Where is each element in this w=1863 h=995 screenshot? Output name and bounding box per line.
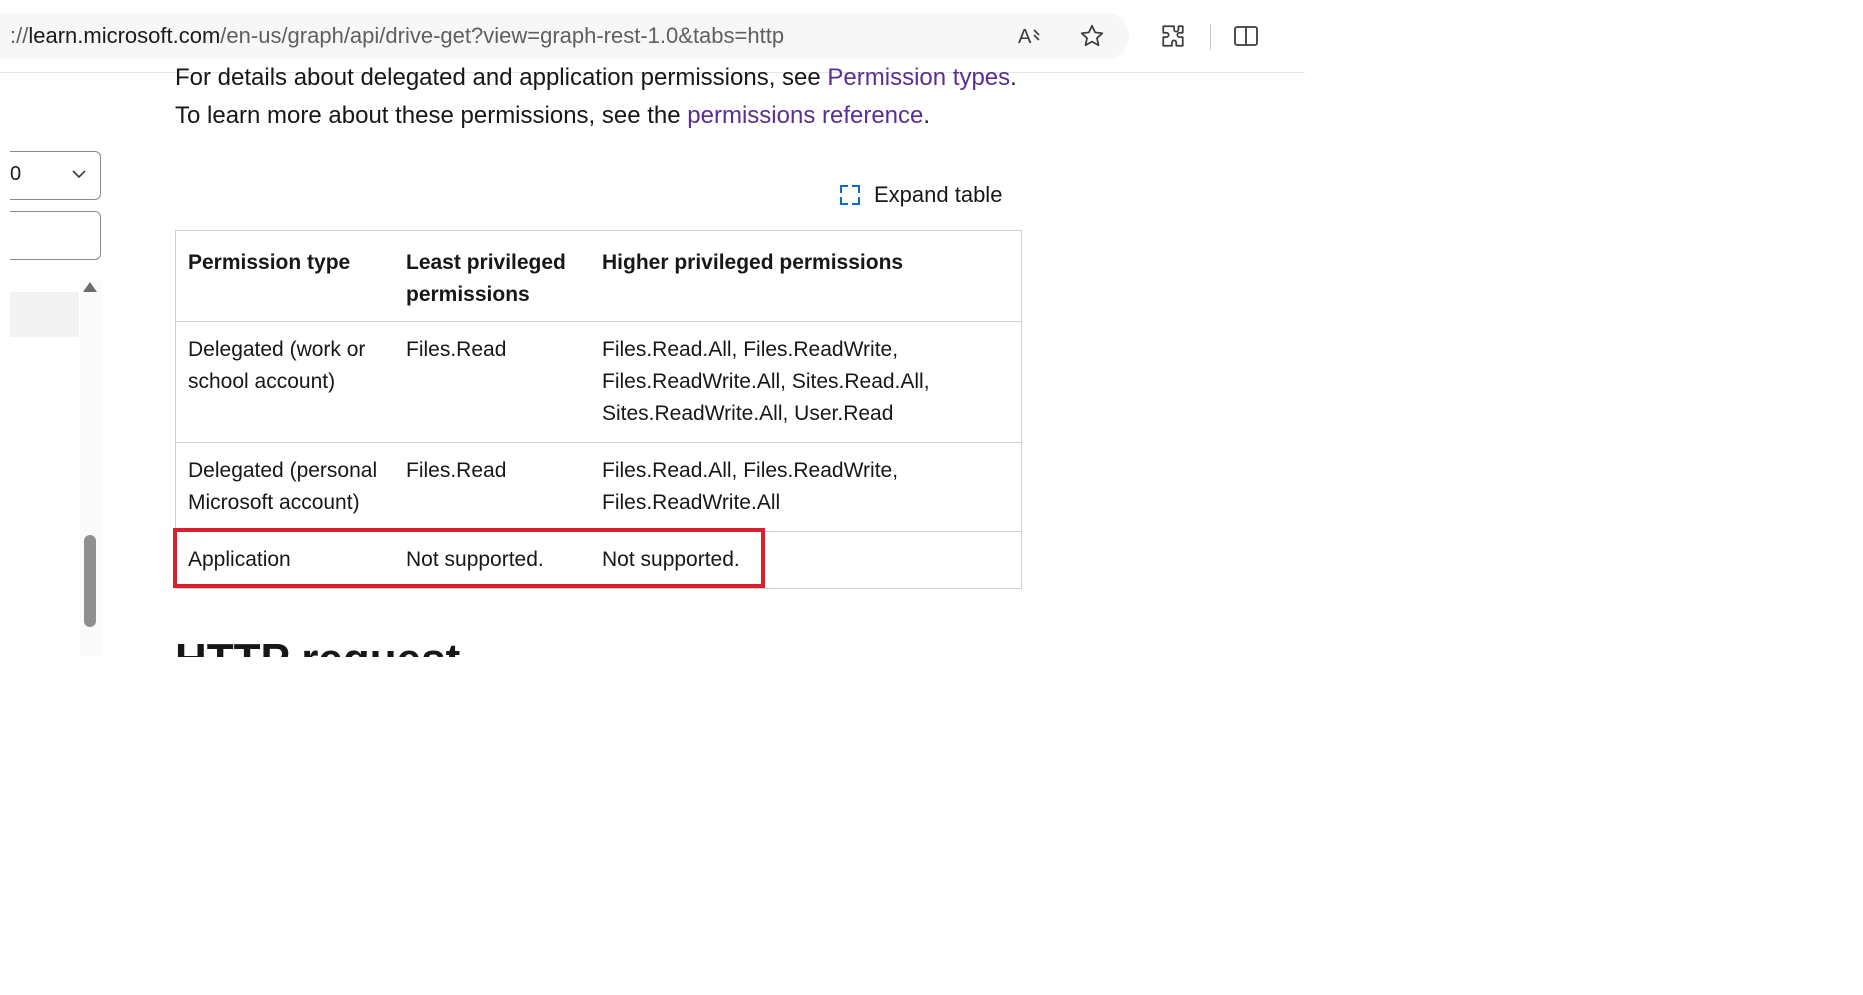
table-header-row: Permission type Least privileged permiss… <box>175 230 1022 322</box>
url-path: /en-us/graph/api/drive-get?view=graph-re… <box>220 23 785 48</box>
permissions-reference-link[interactable]: permissions reference <box>687 102 923 129</box>
url-prefix: :// <box>10 23 29 48</box>
read-aloud-icon[interactable]: A <box>1012 18 1048 54</box>
permissions-intro-line-1: For details about delegated and applicat… <box>175 64 1017 92</box>
permission-types-link[interactable]: Permission types <box>827 64 1010 91</box>
url-text[interactable]: ://learn.microsoft.com/en-us/graph/api/d… <box>10 23 784 49</box>
split-screen-icon[interactable] <box>1228 18 1264 54</box>
expand-icon <box>840 185 860 205</box>
expand-table-label: Expand table <box>874 182 1003 207</box>
permissions-intro-line-2: To learn more about these permissions, s… <box>175 102 930 130</box>
annotation-highlight-box <box>173 528 765 588</box>
toolbar-separator <box>1210 24 1211 50</box>
expand-table-button[interactable]: Expand table <box>840 180 1002 210</box>
browser-toolbar: ://learn.microsoft.com/en-us/graph/api/d… <box>0 0 1305 73</box>
header-least-privileged: Least privileged permissions <box>394 230 590 322</box>
http-request-heading: HTTP request <box>175 640 460 657</box>
scrollbar-thumb[interactable] <box>84 535 96 627</box>
table-cell: Files.Read <box>394 442 590 532</box>
intro-text: For details about delegated and applicat… <box>175 64 828 91</box>
version-select[interactable] <box>10 151 101 200</box>
version-select-value: 0 <box>10 163 22 185</box>
header-permission-type: Permission type <box>175 230 394 322</box>
read-aloud-glyph: A <box>1018 26 1032 48</box>
table-cell: Files.Read.All, Files.ReadWrite, Files.R… <box>590 321 1022 443</box>
intro-text-2: To learn more about these permissions, s… <box>175 102 688 129</box>
favorite-star-icon[interactable] <box>1074 18 1110 54</box>
table-cell: Files.Read <box>394 321 590 443</box>
table-row: Delegated (work or school account) Files… <box>175 321 1022 443</box>
toc-selected-item[interactable] <box>10 292 79 337</box>
chevron-down-icon <box>72 170 86 179</box>
table-cell: Delegated (work or school account) <box>175 321 394 443</box>
table-cell: Delegated (personal Microsoft account) <box>175 442 394 532</box>
http-request-heading-text: HTTP request <box>175 640 460 657</box>
filter-input[interactable] <box>10 211 101 260</box>
table-row: Delegated (personal Microsoft account) F… <box>175 442 1022 532</box>
table-cell: Files.Read.All, Files.ReadWrite, Files.R… <box>590 442 1022 532</box>
intro-period: . <box>1010 64 1017 91</box>
scroll-up-arrow-icon[interactable] <box>83 282 97 292</box>
header-higher-privileged: Higher privileged permissions <box>590 230 1022 322</box>
intro-period-2: . <box>923 102 931 129</box>
url-host: learn.microsoft.com <box>28 23 221 48</box>
extensions-icon[interactable] <box>1155 18 1191 54</box>
